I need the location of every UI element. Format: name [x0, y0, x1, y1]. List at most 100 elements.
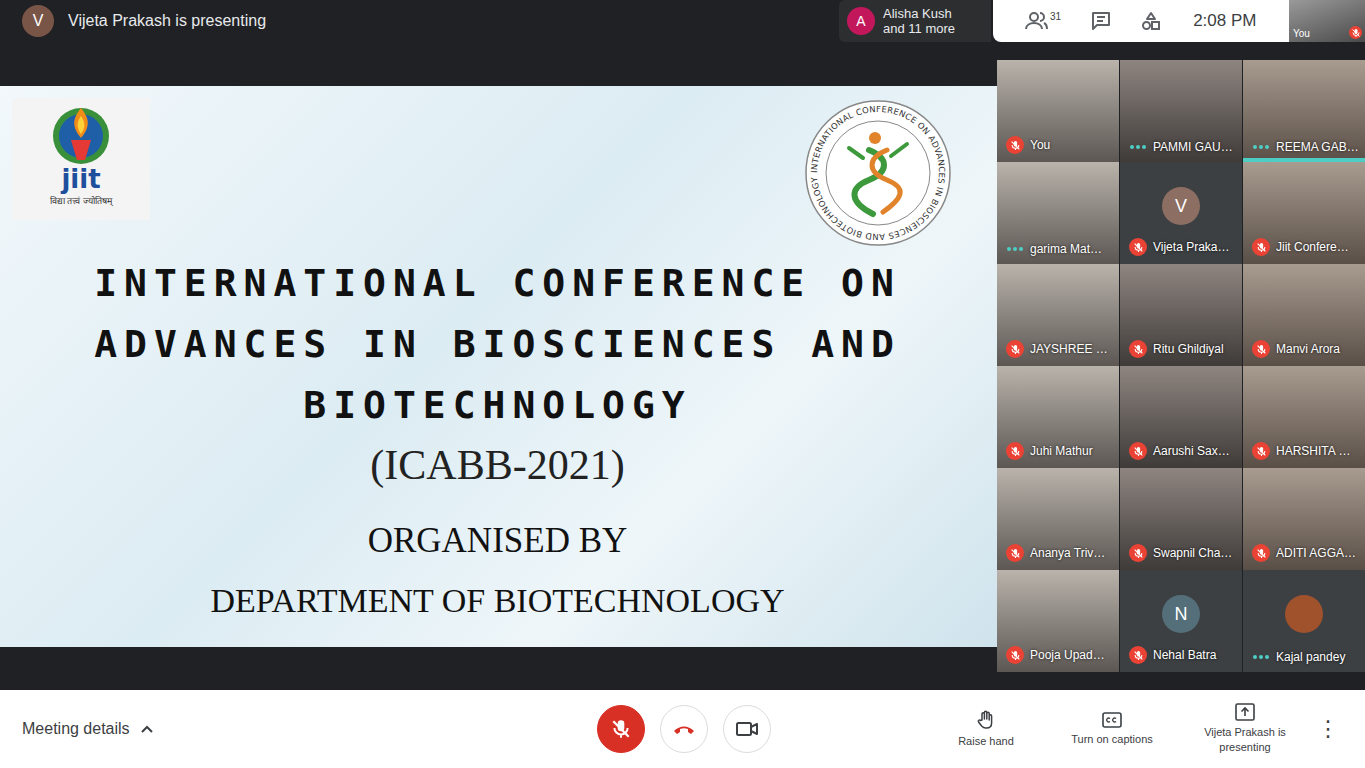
- meeting-details[interactable]: Meeting details: [0, 720, 597, 738]
- participant-tile[interactable]: You: [997, 60, 1119, 162]
- self-label: You: [1293, 28, 1310, 39]
- participant-tile[interactable]: Ritu Ghildiyal: [1120, 264, 1242, 366]
- presenter-text: Vijeta Prakash is presenting: [68, 12, 266, 30]
- tile-name: REEMA GAB…: [1276, 140, 1359, 154]
- tile-name: Kajal pandey: [1276, 650, 1345, 664]
- participant-grid: You PAMMI GAU… REEMA GAB… garima Mat… V Vijet…: [997, 42, 1365, 690]
- mic-off-icon: [1252, 442, 1270, 460]
- tile-label: PAMMI GAU…: [1129, 140, 1238, 154]
- participant-tile[interactable]: NNehal Batra: [1120, 570, 1242, 672]
- action-label: Vijeta Prakash is presenting: [1195, 725, 1295, 755]
- participants-pill[interactable]: AAlisha Kushand 11 more: [839, 0, 991, 42]
- tile-name: garima Mat…: [1030, 242, 1102, 256]
- participant-tile[interactable]: Kajal pandey: [1243, 570, 1365, 672]
- call-controls: [597, 705, 771, 753]
- tile-label: garima Mat…: [1006, 242, 1115, 256]
- participant-name: Alisha Kush: [883, 6, 955, 21]
- participant-tile[interactable]: Pooja Upad…: [997, 570, 1119, 672]
- participant-tile[interactable]: HARSHITA …: [1243, 366, 1365, 468]
- activities-button[interactable]: [1129, 11, 1173, 31]
- tile-name: You: [1030, 138, 1050, 152]
- slide-acronym: (ICABB-2021): [370, 438, 624, 492]
- participant-tile[interactable]: Aarushi Sax…: [1120, 366, 1242, 468]
- participant-tile[interactable]: Jiit Confere…: [1243, 162, 1365, 264]
- tile-name: HARSHITA …: [1276, 444, 1350, 458]
- mic-off-icon: [1006, 646, 1024, 664]
- mic-off-icon: [1006, 544, 1024, 562]
- organised-by: ORGANISED BY: [368, 520, 628, 562]
- bottom-bar: Meeting details Raise handTurn on caption…: [0, 690, 1365, 768]
- tile-name: Swapnil Cha…: [1153, 546, 1232, 560]
- camera-button[interactable]: [723, 705, 771, 753]
- torch-icon: [51, 104, 111, 166]
- action-button[interactable]: Raise hand: [931, 710, 1041, 749]
- meet-window: V Vijeta Prakash is presenting AAlisha Kus…: [0, 0, 1365, 768]
- mic-off-icon: [1006, 442, 1024, 460]
- action-button[interactable]: Vijeta Prakash is presenting: [1183, 703, 1307, 755]
- tile-label: ADITI AGGA…: [1252, 544, 1361, 562]
- mic-off-icon: [610, 718, 632, 740]
- tile-label: Ananya Triv…: [1006, 544, 1115, 562]
- tile-label: Kajal pandey: [1252, 650, 1361, 664]
- people-button[interactable]: 31: [1013, 11, 1073, 31]
- chat-icon: [1091, 11, 1111, 31]
- mic-off-icon: [1006, 340, 1024, 358]
- tile-label: Manvi Arora: [1252, 340, 1361, 358]
- participant-tile[interactable]: garima Mat…: [997, 162, 1119, 264]
- tile-label: Jiit Confere…: [1252, 238, 1361, 256]
- participant-tile[interactable]: JAYSHREE …: [997, 264, 1119, 366]
- jiit-name: jiit: [61, 166, 100, 192]
- participant-tile[interactable]: ADITI AGGA…: [1243, 468, 1365, 570]
- tile-label: Aarushi Sax…: [1129, 442, 1238, 460]
- top-right: AAlisha Kushand 11 more312:08 PMYou: [839, 0, 1365, 42]
- participant-tile[interactable]: V Vijeta Praka…: [1120, 162, 1242, 264]
- participant-tile[interactable]: PAMMI GAU…: [1120, 60, 1242, 162]
- raise-hand-icon: [976, 710, 996, 730]
- tile-label: Pooja Upad…: [1006, 646, 1115, 664]
- mic-off-icon: [1129, 340, 1147, 358]
- chevron-up-icon: [140, 724, 154, 734]
- self-view[interactable]: You: [1289, 0, 1365, 42]
- audio-dots-icon: [1129, 145, 1147, 149]
- captions-icon: [1102, 712, 1122, 728]
- meeting-details-label: Meeting details: [22, 720, 130, 738]
- presentation-stage: jiitविद्या तत्त्वं ज्योतिषम् INTERNATIONA…: [0, 42, 997, 690]
- tile-name: Vijeta Praka…: [1153, 240, 1229, 254]
- top-bar: VVijeta Prakash is presentingAAlisha Kus…: [0, 0, 1365, 42]
- tile-name: Ritu Ghildiyal: [1153, 342, 1224, 356]
- action-button[interactable]: Turn on captions: [1041, 712, 1183, 747]
- chat-button[interactable]: [1079, 11, 1123, 31]
- hang-up-button[interactable]: [660, 705, 708, 753]
- conference-logo: INTERNATIONAL CONFERENCE ON ADVANCES IN …: [803, 98, 953, 248]
- tile-name: Juhi Mathur: [1030, 444, 1093, 458]
- mic-off-icon: [1129, 544, 1147, 562]
- tile-label: Vijeta Praka…: [1129, 238, 1238, 256]
- mic-off-icon: [1129, 646, 1147, 664]
- slide-logos: jiitविद्या तत्त्वं ज्योतिषम्INTERNATIONA…: [12, 98, 953, 223]
- participant-tile[interactable]: Swapnil Cha…: [1120, 468, 1242, 570]
- participant-tile[interactable]: Ananya Triv…: [997, 468, 1119, 570]
- slide: jiitविद्या तत्त्वं ज्योतिषम् INTERNATIONA…: [0, 86, 997, 647]
- audio-dots-icon: [1252, 655, 1270, 659]
- tile-name: JAYSHREE …: [1030, 342, 1108, 356]
- tile-label: You: [1006, 136, 1115, 154]
- participant-tile[interactable]: REEMA GAB…: [1243, 60, 1365, 162]
- jiit-logo: jiitविद्या तत्त्वं ज्योतिषम्: [12, 98, 150, 220]
- tile-label: Nehal Batra: [1129, 646, 1238, 664]
- slide-title: INTERNATIONAL CONFERENCE ONADVANCES IN B…: [94, 253, 901, 436]
- title-line: ADVANCES IN BIOSCIENCES AND: [94, 314, 901, 375]
- tile-name: Jiit Confere…: [1276, 240, 1349, 254]
- tile-label: REEMA GAB…: [1252, 140, 1361, 154]
- participants-text: Alisha Kushand 11 more: [883, 6, 955, 36]
- meeting-body: jiitविद्या तत्त्वं ज्योतिषम् INTERNATIONA…: [0, 42, 1365, 690]
- mic-off-icon: [1252, 544, 1270, 562]
- people-icon: [1025, 11, 1049, 31]
- tile-label: Juhi Mathur: [1006, 442, 1115, 460]
- mic-button[interactable]: [597, 705, 645, 753]
- activities-icon: [1141, 11, 1161, 31]
- participant-tile[interactable]: Manvi Arora: [1243, 264, 1365, 366]
- tile-avatar: V: [1162, 187, 1200, 225]
- participant-tile[interactable]: Juhi Mathur: [997, 366, 1119, 468]
- mic-off-icon: [1006, 136, 1024, 154]
- more-options-button[interactable]: ⋮: [1307, 716, 1345, 742]
